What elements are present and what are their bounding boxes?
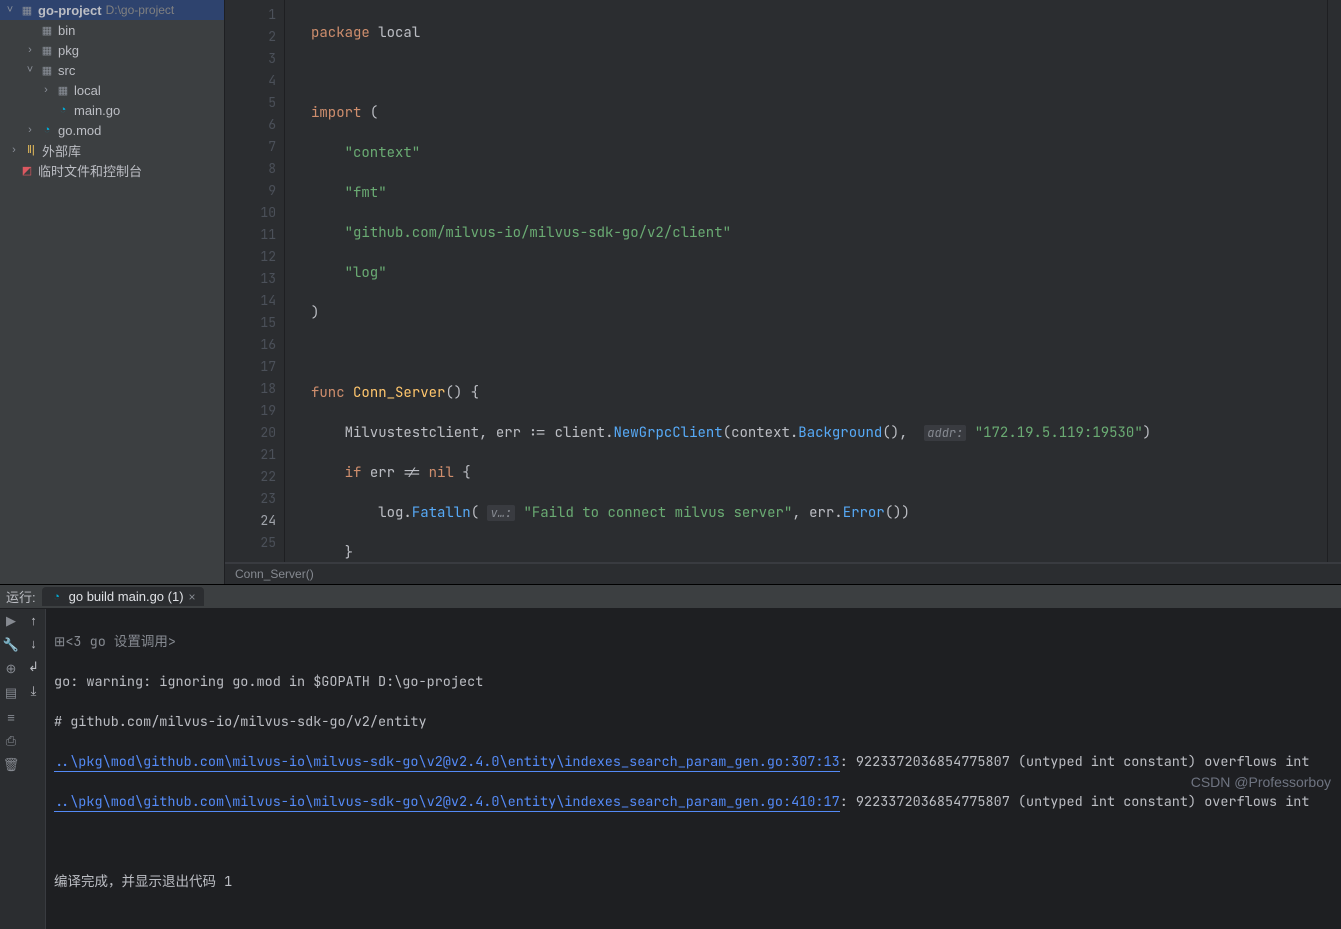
breadcrumb-bar[interactable]: Conn_Server() (225, 563, 1341, 584)
down-arrow-icon[interactable]: ↓ (30, 636, 37, 651)
run-toolbar-2: ↑ ↓ ↲ ⤓ (22, 609, 46, 929)
folder-icon: ▦ (40, 43, 54, 57)
library-icon: ‖| (24, 143, 38, 157)
folder-open-icon: ▦ (20, 3, 34, 17)
tree-item-local[interactable]: › ▦ local (0, 80, 224, 100)
tree-item-bin[interactable]: ▦ bin (0, 20, 224, 40)
stripes-icon[interactable]: ≡ (3, 709, 19, 725)
scratch-icon: ◩ (20, 163, 34, 177)
chevron-down-icon[interactable]: ˅ (4, 4, 16, 16)
line-gutter[interactable]: 1 2 3 4 5 6 7 8 9 10 11 12 13 14 15 16 1… (225, 0, 285, 562)
root-path: D:\go-project (106, 3, 175, 17)
run-header: 运行: ◔ go build main.go (1) × (0, 585, 1341, 609)
root-name: go-project (38, 3, 102, 18)
console-output[interactable]: ⊞<3 go 设置调用> go: warning: ignoring go.mo… (46, 609, 1341, 929)
folder-icon: ▦ (56, 83, 70, 97)
watermark: CSDN @Professorboy (1191, 774, 1331, 790)
chevron-right-icon[interactable]: › (24, 44, 36, 56)
project-tree[interactable]: ˅ ▦ go-project D:\go-project ▦ bin › ▦ p… (0, 0, 225, 584)
soft-wrap-icon[interactable]: ↲ (28, 659, 39, 675)
tree-item-pkg[interactable]: › ▦ pkg (0, 40, 224, 60)
run-tab-title: go build main.go (1) (69, 589, 184, 604)
fold-column[interactable] (285, 0, 303, 562)
chevron-right-icon[interactable]: › (8, 144, 20, 156)
chevron-right-icon[interactable]: › (24, 124, 36, 136)
editor-scrollbar[interactable] (1327, 0, 1341, 562)
run-label: 运行: (6, 587, 36, 606)
console-line: # github.com/milvus-io/milvus-sdk-go/v2/… (54, 711, 1341, 733)
chevron-right-icon[interactable]: › (40, 84, 52, 96)
code-body[interactable]: package local import ( "context" "fmt" "… (303, 0, 1327, 562)
go-file-icon: ◔ (50, 590, 64, 604)
folder-icon: ▦ (40, 23, 54, 37)
code-editor[interactable]: 1 2 3 4 5 6 7 8 9 10 11 12 13 14 15 16 1… (225, 0, 1341, 584)
tree-item-go-mod[interactable]: › ◔ go.mod (0, 120, 224, 140)
console-header: <3 go 设置调用> (65, 633, 176, 651)
chevron-down-icon[interactable]: ˅ (24, 64, 36, 76)
close-icon[interactable]: × (189, 590, 196, 604)
tree-scratch[interactable]: ◩ 临时文件和控制台 (0, 160, 224, 180)
folder-open-icon: ▦ (40, 63, 54, 77)
exit-line: 编译完成，并显示退出代码 1 (54, 871, 1341, 893)
tree-item-src[interactable]: ˅ ▦ src (0, 60, 224, 80)
tree-root[interactable]: ˅ ▦ go-project D:\go-project (0, 0, 224, 20)
tree-item-main-go[interactable]: ◔ main.go (0, 100, 224, 120)
scroll-to-end-icon[interactable]: ⤓ (31, 683, 37, 699)
go-mod-icon: ◔ (40, 123, 54, 137)
wrench-icon[interactable]: 🔧 (3, 637, 19, 653)
error-link[interactable]: ..\pkg\mod\github.com\milvus-io\milvus-s… (54, 753, 840, 772)
up-arrow-icon[interactable]: ↑ (30, 613, 37, 628)
print-icon[interactable]: ⎙ (3, 733, 19, 749)
layout-icon[interactable]: ▤ (3, 685, 19, 701)
console-line: go: warning: ignoring go.mod in $GOPATH … (54, 671, 1341, 693)
target-icon[interactable]: ⊕ (3, 661, 19, 677)
go-file-icon: ◔ (56, 103, 70, 117)
trash-icon[interactable]: 🗑 (3, 757, 19, 773)
rerun-icon[interactable]: ▶ (3, 613, 19, 629)
run-toolbar-1: ▶ 🔧 ⊕ ▤ ≡ ⎙ 🗑 (0, 609, 22, 929)
tree-external-libs[interactable]: › ‖| 外部库 (0, 140, 224, 160)
run-panel[interactable]: 运行: ◔ go build main.go (1) × ▶ 🔧 ⊕ ▤ ≡ ⎙… (0, 584, 1341, 929)
run-tab[interactable]: ◔ go build main.go (1) × (42, 587, 204, 606)
